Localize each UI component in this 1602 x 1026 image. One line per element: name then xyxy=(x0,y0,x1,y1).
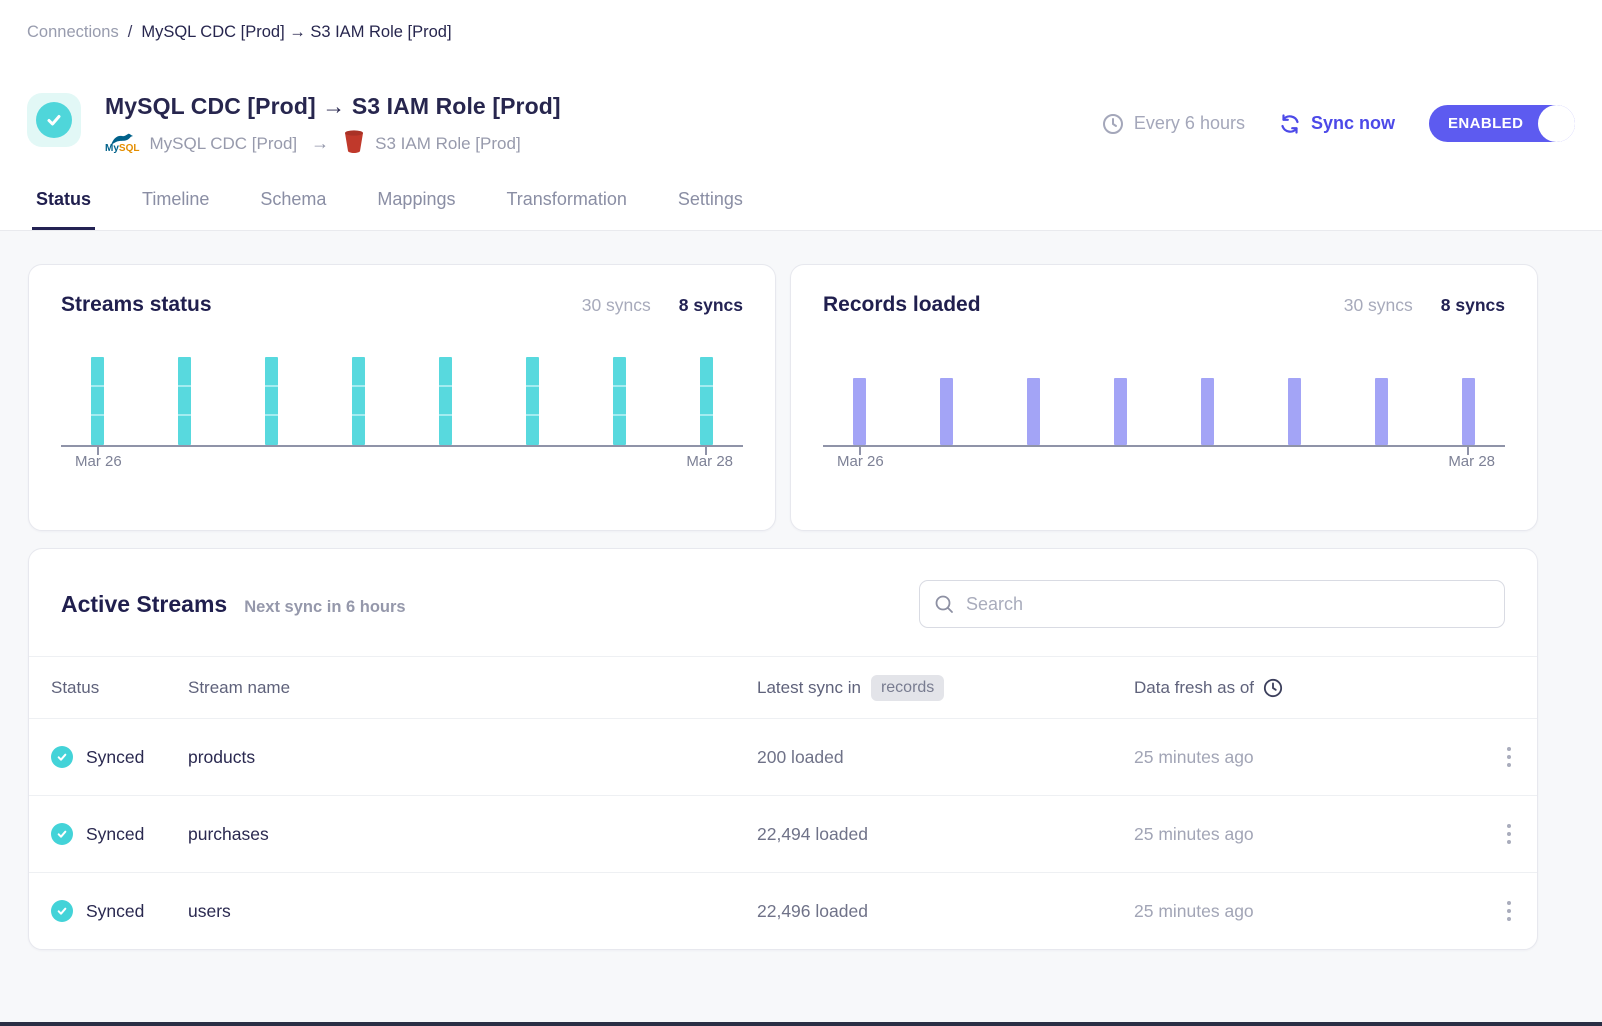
records-loaded-title: Records loaded xyxy=(823,293,981,317)
breadcrumb-current: MySQL CDC [Prod] → S3 IAM Role [Prod] xyxy=(141,23,451,42)
synced-check-icon xyxy=(51,823,73,845)
toggle-knob xyxy=(1538,105,1575,142)
x-axis xyxy=(823,445,1505,447)
col-stream-name: Stream name xyxy=(188,678,757,698)
col-data-fresh: Data fresh as of xyxy=(1134,678,1254,698)
active-streams-title: Active Streams xyxy=(61,591,227,618)
synced-check-icon xyxy=(51,746,73,768)
sync-bar[interactable] xyxy=(1375,378,1388,445)
legend-total-syncs: 30 syncs xyxy=(582,295,651,316)
data-fresh-value: 25 minutes ago xyxy=(1134,747,1466,768)
sync-bar[interactable] xyxy=(178,357,191,445)
schedule-label: Every 6 hours xyxy=(1134,113,1245,134)
window-bottom-edge xyxy=(0,1022,1602,1026)
status-badge: Synced xyxy=(86,747,144,768)
stream-name: products xyxy=(188,747,757,768)
x-axis xyxy=(61,445,743,447)
table-row[interactable]: Synced users 22,496 loaded 25 minutes ag… xyxy=(29,872,1537,949)
sync-bar[interactable] xyxy=(1462,378,1475,445)
table-row[interactable]: Synced products 200 loaded 25 minutes ag… xyxy=(29,718,1537,795)
row-menu-button[interactable] xyxy=(1501,818,1517,850)
tab-timeline[interactable]: Timeline xyxy=(138,185,213,230)
enabled-toggle[interactable]: ENABLED xyxy=(1429,105,1575,142)
tab-bar: Status Timeline Schema Mappings Transfor… xyxy=(27,185,1575,230)
clock-icon xyxy=(1102,113,1124,135)
legend-recent-syncs: 8 syncs xyxy=(679,295,743,316)
x-tick-label-start: Mar 26 xyxy=(75,453,122,470)
synced-check-icon xyxy=(51,900,73,922)
enabled-label: ENABLED xyxy=(1448,115,1523,132)
row-menu-button[interactable] xyxy=(1501,741,1517,773)
status-badge: Synced xyxy=(86,824,144,845)
next-sync-label: Next sync in 6 hours xyxy=(244,598,405,617)
table-row[interactable]: Synced purchases 22,494 loaded 25 minute… xyxy=(29,795,1537,872)
table-header: Status Stream name Latest sync in record… xyxy=(29,656,1537,718)
records-unit-badge[interactable]: records xyxy=(871,675,944,701)
check-icon xyxy=(36,102,72,138)
s3-bucket-icon xyxy=(343,129,365,158)
search-input[interactable] xyxy=(966,594,1490,615)
records-loaded-bars xyxy=(823,355,1505,445)
sync-bar[interactable] xyxy=(265,357,278,445)
records-loaded-value: 22,496 loaded xyxy=(757,901,1134,922)
mysql-logo-icon: MySQL xyxy=(105,133,139,154)
col-status: Status xyxy=(51,678,188,698)
tab-status[interactable]: Status xyxy=(32,185,95,230)
sync-bar[interactable] xyxy=(91,357,104,445)
sync-bar[interactable] xyxy=(853,378,866,445)
records-loaded-value: 200 loaded xyxy=(757,747,1134,768)
sync-now-label: Sync now xyxy=(1311,113,1395,134)
page-title: MySQL CDC [Prod] → S3 IAM Role [Prod] xyxy=(105,93,1102,120)
stream-name: users xyxy=(188,901,757,922)
x-tick-label-end: Mar 28 xyxy=(1448,453,1495,470)
clock-icon xyxy=(1263,678,1283,698)
sync-bar[interactable] xyxy=(1201,378,1214,445)
breadcrumb: Connections / MySQL CDC [Prod] → S3 IAM … xyxy=(0,0,1602,64)
data-fresh-value: 25 minutes ago xyxy=(1134,824,1466,845)
connection-status-tile xyxy=(27,93,81,147)
sync-bar[interactable] xyxy=(1027,378,1040,445)
legend-recent-syncs: 8 syncs xyxy=(1441,295,1505,316)
connection-header: MySQL CDC [Prod] → S3 IAM Role [Prod] My… xyxy=(0,64,1602,231)
destination-name: S3 IAM Role [Prod] xyxy=(375,134,521,154)
streams-status-card: Streams status 30 syncs 8 syncs Mar 26 M… xyxy=(28,264,776,531)
tab-schema[interactable]: Schema xyxy=(256,185,330,230)
tab-transformation[interactable]: Transformation xyxy=(502,185,630,230)
data-fresh-value: 25 minutes ago xyxy=(1134,901,1466,922)
x-tick-label-start: Mar 26 xyxy=(837,453,884,470)
x-tick-label-end: Mar 28 xyxy=(686,453,733,470)
breadcrumb-separator: / xyxy=(128,23,133,42)
sync-bar[interactable] xyxy=(613,357,626,445)
col-latest-sync: Latest sync in xyxy=(757,678,861,698)
active-streams-card: Active Streams Next sync in 6 hours Stat… xyxy=(28,548,1538,950)
sync-schedule: Every 6 hours xyxy=(1102,113,1245,135)
sync-bar[interactable] xyxy=(700,357,713,445)
records-loaded-value: 22,494 loaded xyxy=(757,824,1134,845)
status-badge: Synced xyxy=(86,901,144,922)
stream-name: purchases xyxy=(188,824,757,845)
sync-bar[interactable] xyxy=(940,378,953,445)
records-loaded-card: Records loaded 30 syncs 8 syncs Mar 26 M… xyxy=(790,264,1538,531)
search-icon xyxy=(934,594,955,615)
sync-now-button[interactable]: Sync now xyxy=(1279,113,1395,135)
sync-bar[interactable] xyxy=(439,357,452,445)
streams-status-title: Streams status xyxy=(61,293,212,317)
refresh-icon xyxy=(1279,113,1301,135)
tab-mappings[interactable]: Mappings xyxy=(373,185,459,230)
row-menu-button[interactable] xyxy=(1501,895,1517,927)
sync-bar[interactable] xyxy=(1288,378,1301,445)
tab-settings[interactable]: Settings xyxy=(674,185,747,230)
sync-bar[interactable] xyxy=(1114,378,1127,445)
sync-bar[interactable] xyxy=(352,357,365,445)
sync-bar[interactable] xyxy=(526,357,539,445)
breadcrumb-connections-link[interactable]: Connections xyxy=(27,23,119,42)
source-name: MySQL CDC [Prod] xyxy=(149,134,297,154)
arrow-icon: → xyxy=(311,133,329,154)
streams-status-bars xyxy=(61,355,743,445)
legend-total-syncs: 30 syncs xyxy=(1344,295,1413,316)
search-box[interactable] xyxy=(919,580,1505,628)
